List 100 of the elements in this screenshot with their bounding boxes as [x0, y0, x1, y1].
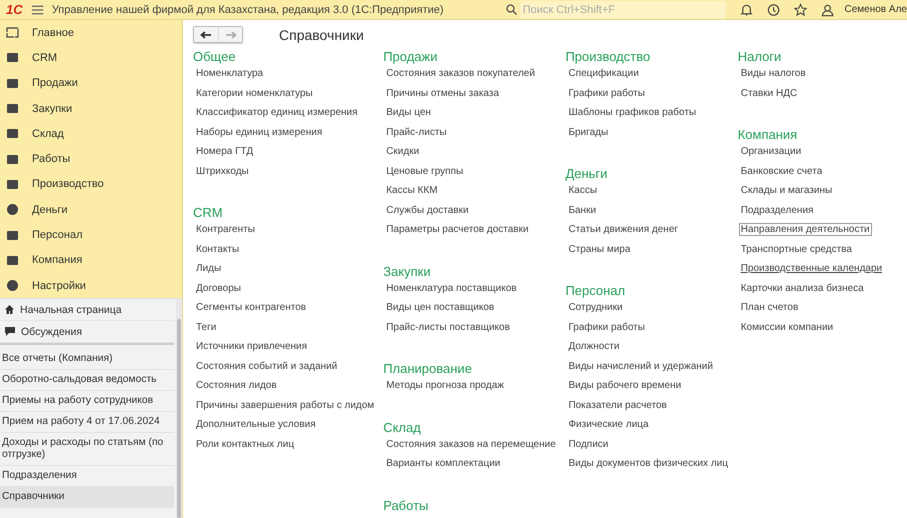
section-menu-item[interactable]: CRM	[0, 45, 182, 71]
catalog-link[interactable]: Карточки анализа бизнеса	[738, 282, 866, 295]
arrow-left-icon	[200, 30, 212, 38]
catalog-link[interactable]: Состояния заказов покупателей	[384, 67, 537, 80]
catalog-link[interactable]: Производственные календари	[738, 262, 884, 276]
catalog-link[interactable]: Виды рабочего времени	[566, 379, 684, 392]
catalog-link[interactable]: Склады и магазины	[738, 184, 834, 198]
catalog-link[interactable]: Графики работы	[566, 320, 647, 334]
catalog-link[interactable]: Страны мира	[566, 242, 632, 256]
catalog-link[interactable]: Физические лица	[566, 418, 651, 432]
catalog-link[interactable]: Статьи движения денег	[566, 223, 680, 236]
group-heading: Закупки	[383, 264, 432, 278]
catalog-link[interactable]: Причины отмены заказа	[384, 86, 502, 100]
group-heading: Производство	[565, 49, 652, 64]
section-menu-item[interactable]: Склад	[0, 121, 182, 146]
catalog-link[interactable]: Контрагенты	[194, 223, 257, 236]
catalog-link[interactable]: Скидки	[384, 145, 422, 158]
user-name[interactable]: Семенов Але	[844, 4, 907, 15]
back-button[interactable]	[194, 27, 218, 42]
home-icon	[4, 304, 15, 316]
catalog-link[interactable]: Показатели расчетов	[566, 398, 669, 412]
catalog-link[interactable]: Сегменты контрагентов	[194, 301, 308, 314]
menu-icon[interactable]	[30, 4, 44, 16]
section-menu-item[interactable]: Работы	[0, 146, 182, 172]
history-item[interactable]: Оборотно-сальдовая ведомость	[0, 370, 174, 392]
history-icon[interactable]	[766, 2, 780, 16]
catalog-link[interactable]: Ставки НДС	[738, 86, 800, 100]
catalog-link[interactable]: Кассы	[566, 184, 600, 198]
nav-link[interactable]: Обсуждения	[0, 321, 174, 344]
catalog-link[interactable]: Подразделения	[738, 204, 816, 217]
catalog-link[interactable]: Состояния лидов	[194, 379, 279, 392]
catalog-link[interactable]: Должности	[566, 340, 622, 354]
catalog-link[interactable]: Службы доставки	[384, 204, 471, 217]
catalog-link[interactable]: Номенклатура	[194, 67, 266, 80]
scrollbar[interactable]	[176, 299, 182, 518]
search-field[interactable]: Поиск Ctrl+Shift+F	[520, 0, 726, 18]
catalog-link[interactable]: Кассы ККМ	[384, 184, 440, 198]
catalog-link[interactable]: Договоры	[194, 282, 243, 295]
section-menu-item[interactable]: Производство	[0, 172, 182, 198]
catalog-link[interactable]: Состояния событий и заданий	[194, 360, 340, 373]
history-item[interactable]: Все отчеты (Компания)	[0, 349, 174, 370]
section-menu-item[interactable]: Деньги	[0, 197, 182, 222]
catalog-link[interactable]: Транспортные средства	[738, 242, 854, 256]
catalog-link[interactable]: Дополнительные условия	[194, 418, 318, 432]
catalog-link[interactable]: Виды цен поставщиков	[384, 301, 496, 314]
star-icon[interactable]	[794, 2, 808, 16]
catalog-link[interactable]: Подписи	[566, 438, 610, 451]
catalog-link[interactable]: Источники привлечения	[194, 340, 310, 354]
group-heading: Компания	[738, 127, 798, 142]
catalog-link[interactable]: Наборы единиц измерения	[194, 126, 324, 139]
catalog-link[interactable]: Виды налогов	[738, 67, 808, 80]
catalog-link[interactable]: Теги	[194, 320, 218, 334]
catalog-link[interactable]: Шаблоны графиков работы	[566, 106, 698, 120]
catalog-link[interactable]: Параметры расчетов доставки	[384, 223, 531, 236]
history-item[interactable]: Доходы и расходы по статьям (по отгрузке)	[0, 433, 174, 466]
catalog-link[interactable]: Методы прогноза продаж	[384, 379, 506, 392]
catalog-link[interactable]: Сотрудники	[566, 301, 625, 314]
history-item[interactable]: Справочники	[0, 487, 174, 508]
catalog-link[interactable]: Графики работы	[566, 86, 647, 100]
catalog-link[interactable]: Спецификации	[566, 67, 641, 80]
section-menu-item[interactable]: Настройки	[0, 272, 182, 298]
catalog-link[interactable]: Виды цен	[384, 106, 433, 120]
catalog-link[interactable]: Бригады	[566, 126, 610, 139]
bell-icon[interactable]	[740, 2, 753, 16]
search-icon	[506, 4, 517, 15]
catalog-link[interactable]: Лиды	[194, 262, 224, 276]
catalog-link[interactable]: План счетов	[738, 301, 800, 314]
catalog-link[interactable]: Банковские счета	[738, 164, 824, 178]
catalog-link[interactable]: Причины завершения работы с лидом	[194, 398, 376, 412]
catalog-link[interactable]: Категории номенклатуры	[194, 86, 315, 100]
catalog-link[interactable]: Виды начислений и удержаний	[566, 360, 715, 373]
catalog-link[interactable]: Номера ГТД	[194, 145, 256, 158]
catalog-link[interactable]: Состояния заказов на перемещение	[384, 438, 558, 451]
section-menu-item[interactable]: Закупки	[0, 96, 182, 122]
catalog-link[interactable]: Штрихкоды	[194, 164, 251, 178]
catalog-link[interactable]: Прайс-листы поставщиков	[384, 320, 512, 334]
catalog-link[interactable]: Контакты	[194, 242, 242, 256]
catalog-link[interactable]: Ценовые группы	[384, 164, 466, 178]
catalog-link[interactable]: Номенклатура поставщиков	[384, 282, 519, 295]
catalog-link[interactable]: Варианты комплектации	[384, 457, 502, 470]
catalog-link[interactable]: Прайс-листы	[384, 126, 449, 139]
window-title: Управление нашей фирмой для Казахстана, редакция 3.0 (1С:Предприятие)	[52, 4, 445, 16]
catalog-link[interactable]: Классификатор единиц измерения	[194, 106, 360, 120]
group-heading: Продажи	[383, 49, 438, 64]
catalog-link[interactable]: Направления деятельности	[738, 223, 872, 236]
user-icon[interactable]	[821, 2, 834, 16]
group-heading: Деньги	[565, 166, 608, 181]
nav-link[interactable]: Начальная страница	[0, 299, 174, 322]
catalog-link[interactable]: Банки	[566, 204, 598, 217]
section-menu-item[interactable]: Главное	[0, 20, 182, 46]
section-menu-item[interactable]: Продажи	[0, 70, 182, 96]
catalog-link[interactable]: Виды документов физических лиц	[566, 457, 730, 470]
catalog-link[interactable]: Роли контактных лиц	[194, 438, 296, 451]
catalog-link[interactable]: Организации	[738, 145, 804, 158]
history-item[interactable]: Приемы на работу сотрудников	[0, 391, 174, 412]
section-menu-item[interactable]: Компания	[0, 248, 182, 273]
section-menu-item[interactable]: Персонал	[0, 222, 182, 248]
catalog-link[interactable]: Комиссии компании	[738, 320, 836, 334]
group-heading: CRM	[193, 205, 224, 220]
history-item[interactable]: Прием на работу 4 от 17.06.2024	[0, 412, 174, 434]
